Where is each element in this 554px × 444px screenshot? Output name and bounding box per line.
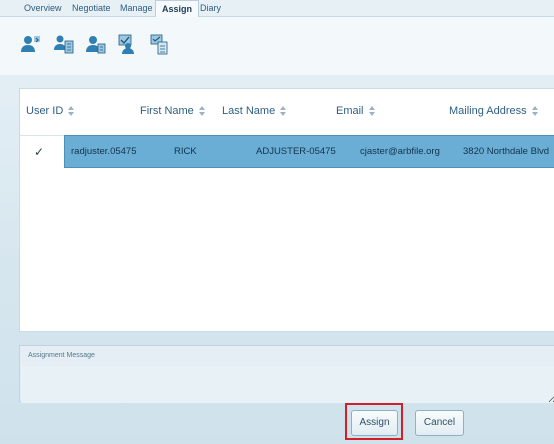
assign-screen: Overview Negotiate Manage Assign Diary U… <box>0 0 554 444</box>
column-mailing-address[interactable]: Mailing Address <box>449 105 539 117</box>
assign-user-icon[interactable] <box>20 33 42 55</box>
sort-icon <box>198 105 206 117</box>
user-table: User ID First Name Last Name Email Maili… <box>19 88 554 332</box>
assign-document-icon[interactable] <box>149 33 171 55</box>
column-label: Mailing Address <box>449 105 527 117</box>
sort-icon <box>531 105 539 117</box>
highlight-box <box>345 403 403 440</box>
tab-negotiate[interactable]: Negotiate <box>66 0 117 16</box>
assignment-message-label: Assignment Message <box>28 352 95 359</box>
cancel-button[interactable]: Cancel <box>415 410 464 436</box>
cell-user-id: radjuster.05475 <box>71 146 137 157</box>
toolbar <box>0 17 554 75</box>
column-label: User ID <box>26 105 64 117</box>
cell-last-name: ADJUSTER-05475 <box>256 146 336 157</box>
tab-overview[interactable]: Overview <box>18 0 68 16</box>
cell-first-name: RICK <box>174 146 197 157</box>
column-first-name[interactable]: First Name <box>140 105 206 117</box>
tab-bar: Overview Negotiate Manage Assign Diary <box>0 0 554 18</box>
assign-building-icon[interactable] <box>53 33 75 55</box>
cell-email: cjaster@arbfile.org <box>360 146 440 157</box>
table-header: User ID First Name Last Name Email Maili… <box>20 89 554 136</box>
column-last-name[interactable]: Last Name <box>222 105 287 117</box>
sort-icon <box>68 105 75 117</box>
assign-user-alt-icon[interactable] <box>85 33 107 55</box>
sort-icon <box>280 105 287 117</box>
row-check-icon[interactable]: ✓ <box>34 145 48 159</box>
sort-icon <box>368 105 376 117</box>
tab-manage[interactable]: Manage <box>114 0 159 16</box>
cell-mailing-address: 3820 Northdale Blvd <box>463 146 550 157</box>
assign-approve-icon[interactable] <box>117 33 139 55</box>
column-label: Last Name <box>222 105 276 117</box>
column-label: First Name <box>140 105 194 117</box>
column-label: Email <box>336 105 364 117</box>
table-row[interactable]: radjuster.05475 RICK ADJUSTER-05475 cjas… <box>64 135 554 168</box>
column-user-id[interactable]: User ID <box>26 105 75 117</box>
tab-diary[interactable]: Diary <box>194 0 227 16</box>
assignment-message-box: Assignment Message <box>19 345 554 403</box>
assignment-message-input[interactable] <box>21 366 554 403</box>
tab-assign[interactable]: Assign <box>155 0 200 18</box>
column-email[interactable]: Email <box>336 105 376 117</box>
